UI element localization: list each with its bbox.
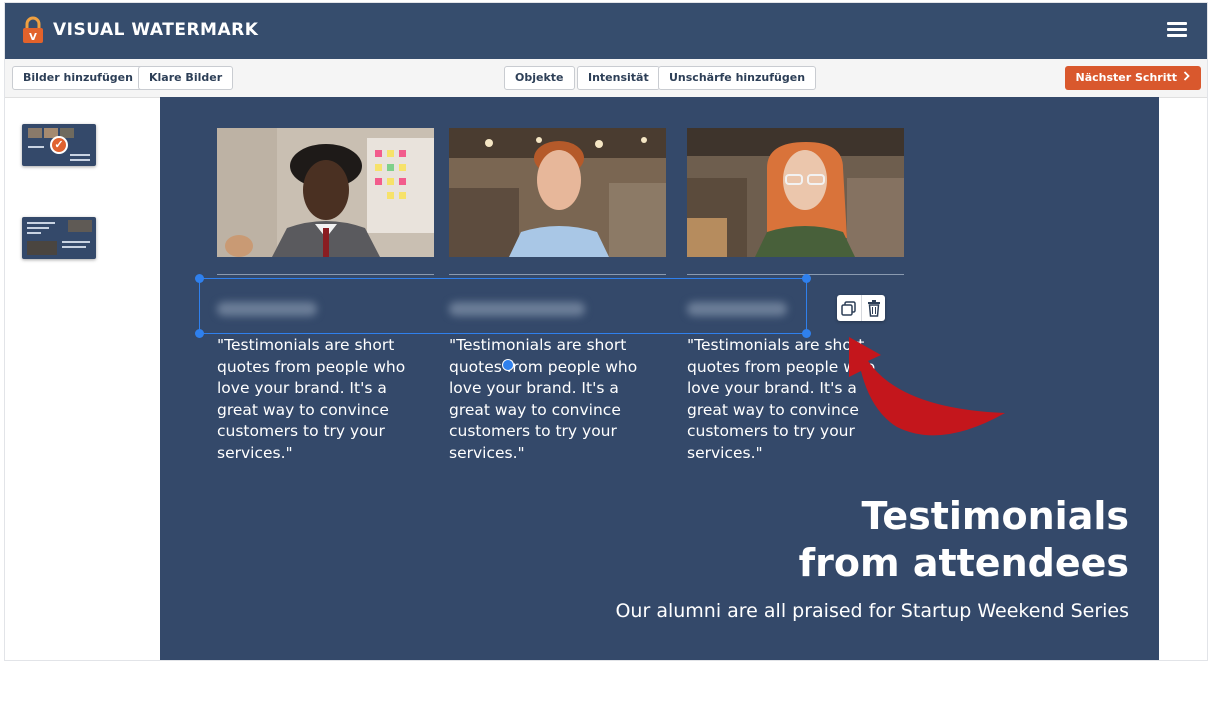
divider-line: [449, 274, 666, 275]
blur-selection-box[interactable]: [195, 274, 811, 338]
selection-toolbar: [837, 295, 885, 321]
chevron-right-icon: [1183, 71, 1190, 81]
thumb-text-line: [62, 241, 90, 243]
svg-text:V: V: [29, 32, 37, 43]
app-title: VISUAL WATERMARK: [53, 20, 259, 40]
thumb-text-line: [27, 232, 41, 234]
image-thumbnail-1[interactable]: ✓: [22, 124, 96, 166]
thumb-text-line: [28, 146, 44, 148]
testimonial-photo-2: [449, 128, 666, 257]
divider-line: [687, 274, 904, 275]
slide-heading: Testimonials from attendees: [709, 493, 1129, 587]
testimonial-photo-3: [687, 128, 904, 257]
thumb-photo: [68, 220, 92, 232]
portrait-man-curly-hair-image: [217, 128, 434, 257]
thumb-photo: [28, 128, 42, 138]
divider-line: [217, 274, 434, 275]
padlock-logo-icon: V: [23, 16, 43, 43]
annotation-arrow-icon: [849, 337, 1005, 436]
thumb-photo: [27, 241, 57, 255]
resize-handle-top-right[interactable]: [802, 274, 811, 283]
resize-handle-bottom-left[interactable]: [195, 329, 204, 338]
portrait-woman-glasses-image: [687, 128, 904, 257]
heading-line-1: Testimonials: [861, 494, 1129, 538]
thumb-text-line: [70, 159, 90, 161]
testimonial-quote-2: "Testimonials are short quotes from peop…: [449, 336, 638, 462]
duplicate-icon[interactable]: [837, 295, 861, 321]
next-step-button[interactable]: Nächster Schritt: [1064, 66, 1201, 90]
app-window: V VISUAL WATERMARK Bilder hinzufügen Kla…: [4, 2, 1208, 661]
thumb-text-line: [70, 154, 90, 156]
app-header: V VISUAL WATERMARK: [5, 3, 1207, 59]
heading-line-2: from attendees: [798, 541, 1129, 585]
image-thumbnail-2[interactable]: [22, 217, 96, 259]
check-icon: ✓: [50, 136, 68, 154]
thumb-text-line: [62, 246, 86, 248]
testimonial-quote-1: "Testimonials are short quotes from peop…: [217, 336, 406, 462]
resize-handle-top-left[interactable]: [195, 274, 204, 283]
testimonial-photo-1: [217, 128, 434, 257]
rotate-handle-icon[interactable]: [502, 359, 514, 371]
add-images-button[interactable]: Bilder hinzufügen: [12, 66, 144, 90]
toolbar: Bilder hinzufügen Klare Bilder Objekte I…: [5, 59, 1207, 98]
add-blur-button[interactable]: Unschärfe hinzufügen: [658, 66, 817, 90]
slide-subheading: Our alumni are all praised for Startup W…: [615, 600, 1129, 622]
intensity-button[interactable]: Intensität: [577, 66, 660, 90]
next-step-label: Nächster Schritt: [1075, 71, 1178, 84]
trash-icon[interactable]: [861, 295, 886, 321]
objects-button[interactable]: Objekte: [504, 66, 575, 90]
hamburger-menu-icon[interactable]: [1165, 19, 1189, 41]
thumb-text-line: [27, 222, 55, 224]
thumb-text-line: [27, 227, 49, 229]
image-thumbnail-sidebar: ✓: [5, 98, 160, 660]
portrait-man-red-hair-image: [449, 128, 666, 257]
clear-images-button[interactable]: Klare Bilder: [138, 66, 234, 90]
